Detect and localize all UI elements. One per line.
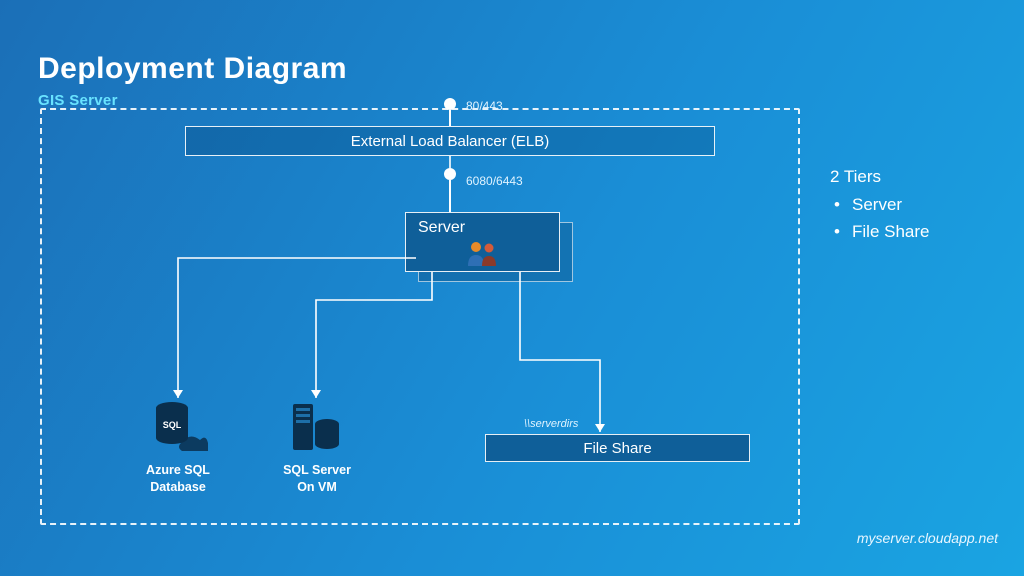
port-stem-internal [449,180,451,212]
elb-label: External Load Balancer (ELB) [351,133,549,150]
server-box: Server [405,212,560,272]
port-marker-internal [444,168,456,180]
port-label-external: 80/443 [466,99,503,113]
fileshare-label: File Share [583,440,651,457]
tiers-item: Server [834,192,929,218]
page-title: Deployment Diagram [38,52,347,86]
server-label: Server [418,219,465,237]
svg-text:SQL: SQL [163,420,182,430]
azure-sql-database-icon: SQL [148,400,208,455]
users-icon [464,240,502,266]
elb-box: External Load Balancer (ELB) [185,126,715,156]
fileshare-path-label: \\serverdirs [524,418,578,430]
port-stem-external [449,110,451,126]
tiers-notes: 2 Tiers Server File Share [830,164,929,245]
port-marker-external [444,98,456,110]
sql-server-vm-icon [285,400,345,455]
sqlvm-caption: SQL Server On VM [257,462,377,496]
footer-url: myserver.cloudapp.net [857,530,998,546]
sqlvm-caption-l2: On VM [297,480,337,494]
azure-sql-caption-l1: Azure SQL [146,463,210,477]
azure-sql-caption-l2: Database [150,480,206,494]
tiers-item: File Share [834,219,929,245]
sqlvm-caption-l1: SQL Server [283,463,351,477]
tiers-title: 2 Tiers [830,164,929,190]
port-label-internal: 6080/6443 [466,174,523,188]
page-subtitle: GIS Server [38,92,118,109]
fileshare-box: File Share [485,434,750,462]
azure-sql-caption: Azure SQL Database [118,462,238,496]
